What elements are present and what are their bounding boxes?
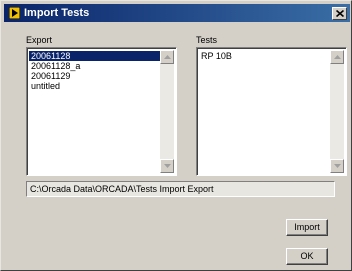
arrow-up-icon: [334, 55, 341, 59]
export-scrollbar[interactable]: [160, 50, 174, 173]
export-list-item-selected[interactable]: 20061128: [29, 51, 162, 61]
tests-list-item[interactable]: RP 10B: [199, 51, 332, 61]
play-arrow-icon: [8, 6, 21, 20]
export-scroll-up-button[interactable]: [160, 50, 174, 64]
export-list: 20061128 20061128_a 20061129 untitled: [29, 51, 162, 91]
export-scroll-down-button[interactable]: [160, 159, 174, 173]
tests-listbox[interactable]: RP 10B: [196, 47, 347, 176]
ok-button[interactable]: OK: [286, 248, 328, 265]
path-field[interactable]: C:\Orcada Data\ORCADA\Tests Import Expor…: [26, 181, 335, 197]
tests-scroll-down-button[interactable]: [330, 159, 344, 173]
export-label: Export: [26, 35, 53, 45]
close-button[interactable]: [332, 7, 347, 20]
arrow-up-icon: [164, 55, 171, 59]
tests-scroll-up-button[interactable]: [330, 50, 344, 64]
export-list-item[interactable]: 20061129: [29, 71, 162, 81]
title-bar[interactable]: Import Tests: [4, 4, 350, 22]
export-list-item[interactable]: 20061128_a: [29, 61, 162, 71]
arrow-down-icon: [334, 164, 341, 168]
window-title: Import Tests: [24, 7, 90, 19]
close-x-icon: [336, 10, 344, 17]
arrow-down-icon: [164, 164, 171, 168]
export-list-item[interactable]: untitled: [29, 81, 162, 91]
export-listbox[interactable]: 20061128 20061128_a 20061129 untitled: [26, 47, 177, 176]
tests-list: RP 10B: [199, 51, 332, 61]
tests-scrollbar[interactable]: [330, 50, 344, 173]
import-tests-dialog: Import Tests Export 20061128 20061128_a …: [0, 0, 352, 271]
tests-label: Tests: [196, 35, 218, 45]
import-button[interactable]: Import: [286, 219, 328, 236]
